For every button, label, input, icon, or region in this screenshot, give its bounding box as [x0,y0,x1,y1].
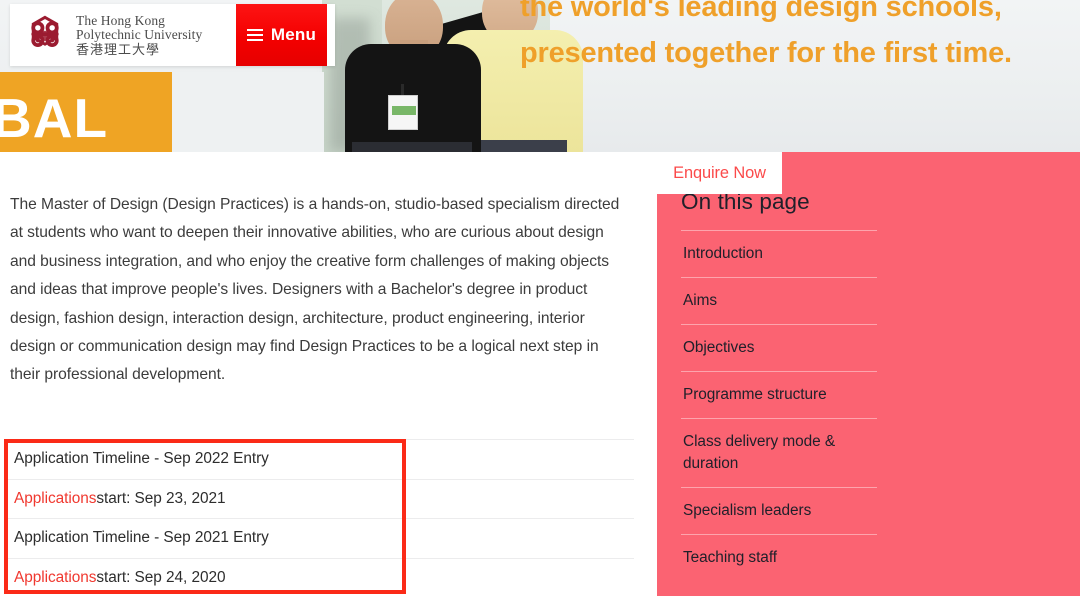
row-text: start: Sep 24, 2020 [96,569,226,587]
row-text: Application Timeline - Sep 2022 Entry [14,450,269,468]
logo-line-2: Polytechnic University [76,27,203,42]
sidebar-item-class-delivery-mode-duration[interactable]: Class delivery mode & duration [681,418,877,487]
row-highlight-text: Applications [14,489,97,507]
row-highlight-text: Applications [14,569,97,587]
logo-chinese: 香港理工大學 [76,42,161,58]
polyu-logo[interactable]: The Hong Kong Polytechnic University 香港理… [10,12,203,58]
table-row: Application Timeline - Sep 2021 Entry [8,518,634,558]
hero-headline-line-1: the world's leading design schools, [520,0,1002,23]
table-row: Applications start: Sep 23, 2021 [8,478,634,519]
table-row: Application Timeline - Sep 2022 Entry [8,439,634,479]
row-text: start: Sep 23, 2021 [96,489,226,507]
main-content: The Master of Design (Design Practices) … [0,152,657,596]
logo-line-1: The Hong Kong [76,12,166,28]
menu-button[interactable]: Menu [236,4,327,66]
sidebar-item-aims[interactable]: Aims [681,277,877,324]
table-row: Applications start: Sep 24, 2020 [8,557,634,596]
menu-button-label: Menu [270,25,317,44]
hero-headline: the world's leading design schools, pres… [520,0,1080,76]
sidebar-item-specialism-leaders[interactable]: Specialism leaders [681,487,877,534]
polyu-logo-text: The Hong Kong Polytechnic University 香港理… [76,12,203,58]
hero-white-block [172,72,324,152]
photo-person-left-legs [352,142,472,152]
on-this-page-sidebar: On this page Introduction Aims Objective… [657,152,1080,596]
sidebar-item-programme-structure[interactable]: Programme structure [681,371,877,418]
intro-paragraph: The Master of Design (Design Practices) … [10,196,620,384]
table-of-contents: Introduction Aims Objectives Programme s… [681,230,877,581]
enquire-now-button[interactable]: Enquire Now [657,152,782,194]
hamburger-icon [246,29,263,41]
hero-band-text: BAL [0,87,109,149]
hero-headline-line-2: presented together for the first time. [520,37,1012,69]
page-root: BAL the world's leading design schools, … [0,0,1080,596]
sidebar-item-teaching-staff[interactable]: Teaching staff [681,534,877,581]
sidebar-item-introduction[interactable]: Introduction [681,230,877,277]
application-timeline-table: Application Timeline - Sep 2022 Entry Ap… [8,439,634,596]
polyu-knot-logo-icon [23,14,67,56]
photo-name-badge [388,95,418,130]
sidebar-item-objectives[interactable]: Objectives [681,324,877,371]
row-text: Application Timeline - Sep 2021 Entry [14,529,269,547]
